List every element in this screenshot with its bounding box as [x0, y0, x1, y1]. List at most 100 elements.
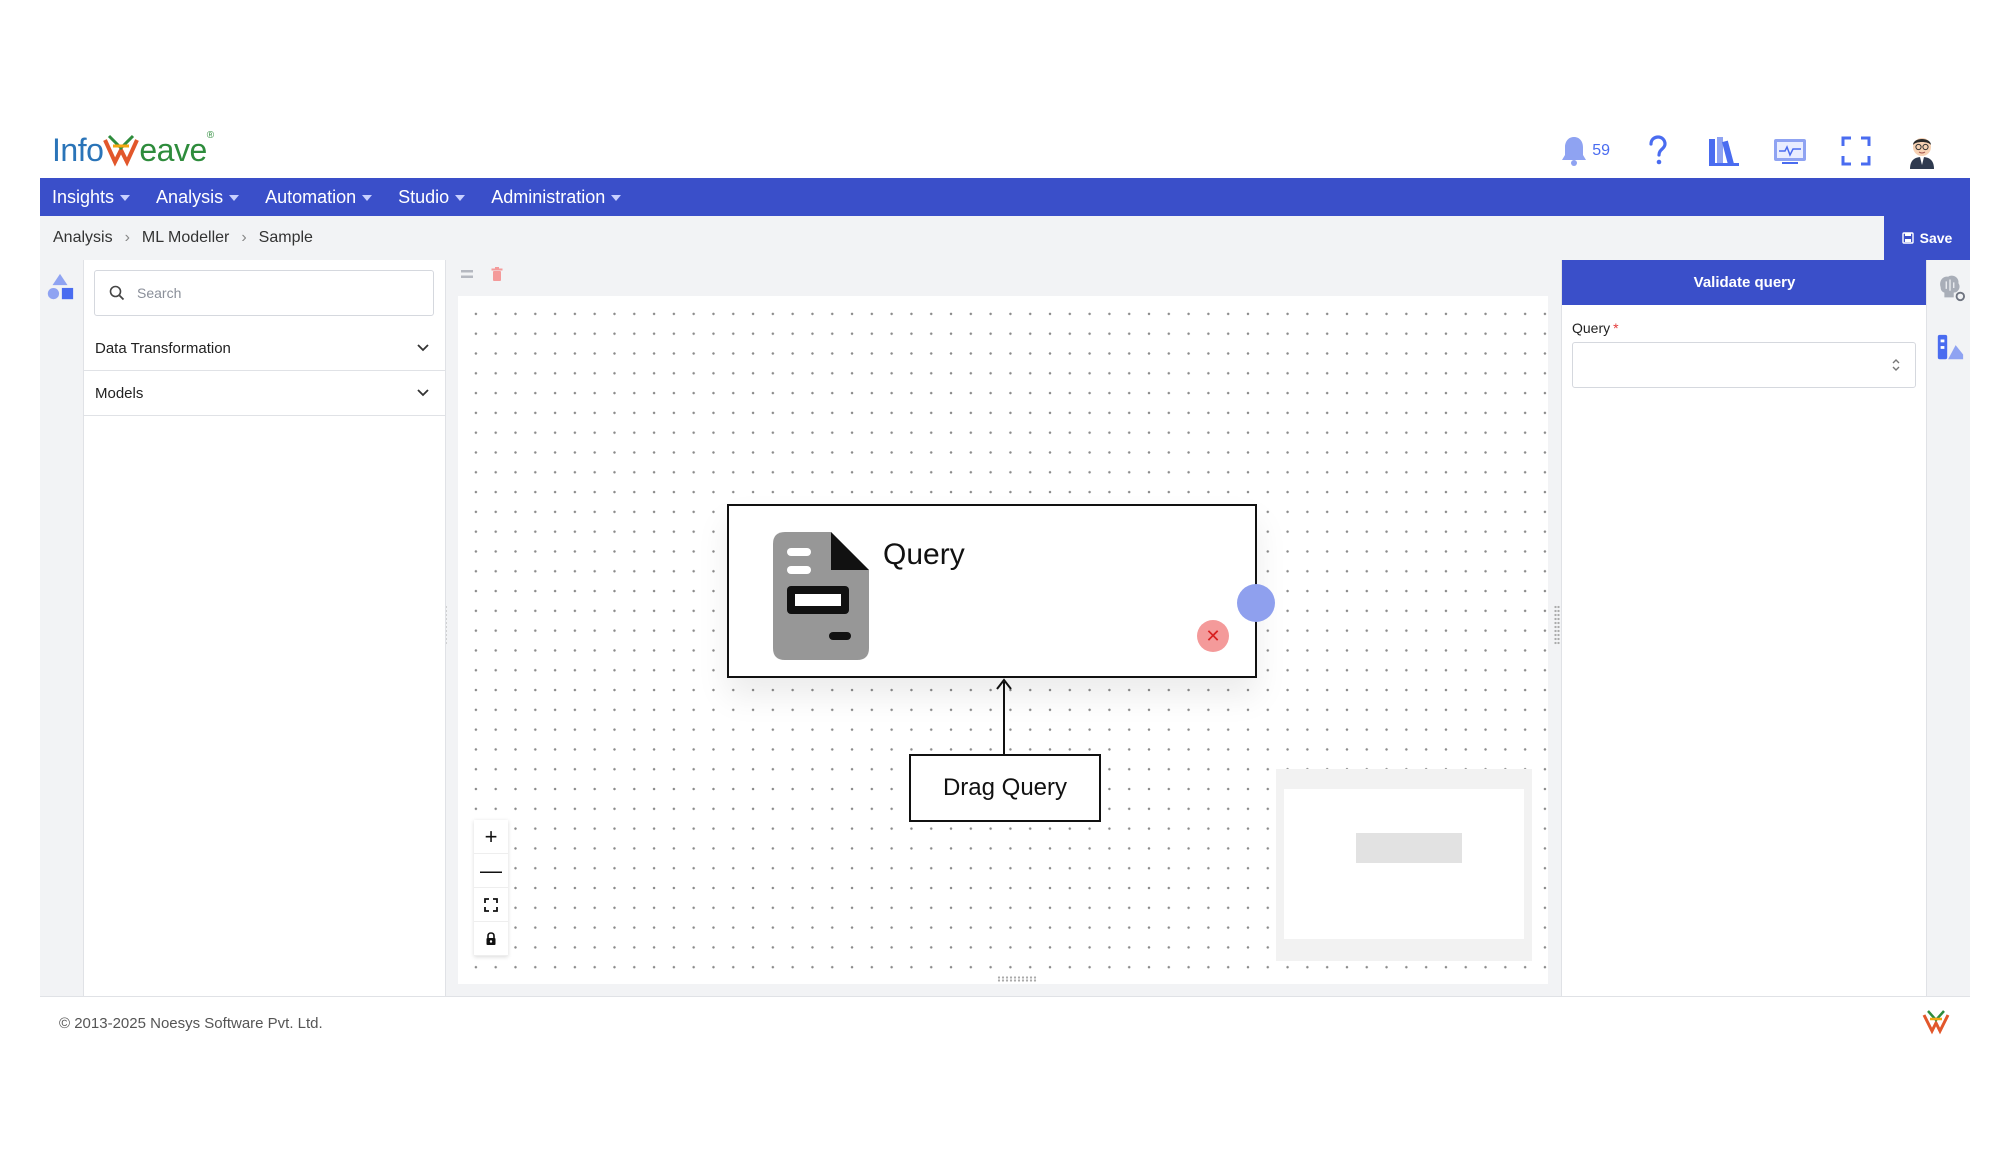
nav-studio[interactable]: Studio	[398, 187, 466, 208]
caret-down-icon	[611, 195, 622, 201]
minimap-viewport	[1284, 789, 1524, 939]
minimap-node	[1356, 833, 1462, 863]
node-output-port[interactable]	[1237, 584, 1275, 622]
canvas-area: Query ✕ Drag Query + —	[447, 260, 1560, 996]
chevron-down-icon	[417, 389, 429, 397]
accordion-models[interactable]: Models	[84, 371, 446, 416]
library-icon	[1709, 137, 1739, 166]
minimap[interactable]	[1276, 769, 1532, 961]
infoveave-logo[interactable]: Info eave ®	[52, 128, 214, 172]
query-node-title: Query	[883, 538, 965, 571]
required-marker: *	[1613, 320, 1619, 336]
delete-icon[interactable]	[489, 266, 505, 282]
lock-button[interactable]	[474, 922, 508, 956]
app-window: Info eave ® 59 Insights Analysis Automat…	[40, 120, 1970, 1050]
nav-insights-label: Insights	[52, 186, 115, 207]
logo-text-eave: eave	[139, 131, 207, 168]
nav-insights[interactable]: Insights	[52, 186, 131, 208]
drag-query-label: Drag Query	[942, 774, 1068, 801]
save-button[interactable]: Save	[1884, 216, 1970, 260]
accordion-label: Data Transformation	[95, 339, 231, 357]
help-icon	[1649, 135, 1667, 165]
shapes-icon	[47, 273, 74, 300]
nav-automation[interactable]: Automation	[265, 186, 373, 208]
notifications-button[interactable]: 59	[1560, 135, 1610, 167]
query-label-text: Query	[1572, 320, 1611, 336]
fullscreen-icon	[1841, 136, 1871, 166]
minus-icon: —	[480, 857, 502, 883]
caret-down-icon	[455, 195, 466, 201]
nav-administration[interactable]: Administration	[491, 186, 622, 208]
nav-analysis[interactable]: Analysis	[156, 186, 240, 208]
chevron-down-icon	[417, 344, 429, 352]
library-button[interactable]	[1706, 133, 1742, 169]
caret-down-icon	[362, 195, 373, 201]
canvas-toolbar	[459, 266, 505, 282]
footer-logo-icon	[1922, 1009, 1950, 1040]
component-accordion: Data Transformation Models	[84, 326, 446, 416]
node-remove-button[interactable]: ✕	[1197, 620, 1229, 652]
lock-icon	[486, 931, 496, 945]
accordion-label: Models	[95, 384, 144, 402]
properties-panel: Validate query Query *	[1561, 260, 1927, 996]
validate-query-button[interactable]: Validate query	[1562, 260, 1927, 305]
top-header: Info eave ® 59	[40, 120, 1970, 178]
fit-view-icon	[484, 897, 498, 912]
query-node[interactable]: Query ✕	[727, 504, 1275, 678]
workspace: Data Transformation Models	[40, 260, 1970, 996]
components-panel: Data Transformation Models	[84, 260, 446, 996]
drag-query-node[interactable]: Drag Query	[909, 754, 1101, 822]
align-icon[interactable]	[459, 266, 475, 282]
monitor-icon	[1774, 139, 1806, 164]
nav-administration-label: Administration	[491, 186, 606, 207]
plus-icon: +	[484, 823, 498, 849]
nav-automation-label: Automation	[265, 186, 357, 207]
design-edit-icon	[1937, 334, 1964, 360]
brain-gear-icon	[1940, 275, 1965, 302]
help-button[interactable]	[1640, 133, 1676, 169]
fullscreen-button[interactable]	[1838, 133, 1874, 169]
query-field-label: Query *	[1572, 320, 1619, 336]
logo-text-info: Info	[52, 131, 104, 168]
bell-icon	[1562, 137, 1587, 166]
avatar-icon	[1910, 138, 1934, 169]
header-actions: 59	[1560, 128, 1940, 174]
breadcrumb-analysis[interactable]: Analysis	[53, 229, 113, 247]
monitor-button[interactable]	[1772, 133, 1808, 169]
save-button-label: Save	[1919, 230, 1953, 246]
logo-registered-mark: ®	[206, 130, 214, 141]
user-avatar[interactable]	[1904, 133, 1940, 169]
breadcrumb-sample: Sample	[258, 229, 313, 246]
flow-canvas[interactable]: Query ✕ Drag Query + —	[458, 296, 1548, 984]
shapes-toolbox-button[interactable]	[45, 272, 75, 302]
search-input[interactable]	[137, 285, 417, 301]
breadcrumb-ml-modeller[interactable]: ML Modeller	[142, 229, 229, 247]
fit-view-button[interactable]	[474, 888, 508, 922]
main-nav: Insights Analysis Automation Studio Admi…	[40, 178, 1970, 216]
zoom-in-button[interactable]: +	[474, 820, 508, 854]
right-resize-handle[interactable]	[1554, 605, 1560, 645]
save-icon	[1901, 232, 1914, 244]
nav-analysis-label: Analysis	[156, 186, 224, 207]
breadcrumb-bar: Analysis › ML Modeller › Sample Save	[40, 216, 1970, 260]
design-edit-button[interactable]	[1935, 332, 1965, 362]
accordion-data-transformation[interactable]: Data Transformation	[84, 326, 446, 371]
search-field[interactable]	[94, 270, 434, 316]
caret-down-icon	[229, 195, 240, 201]
zoom-out-button[interactable]: —	[474, 854, 508, 888]
notification-count: 59	[1592, 142, 1610, 159]
breadcrumb: Analysis › ML Modeller › Sample	[53, 216, 313, 260]
left-rail	[40, 260, 84, 996]
query-select[interactable]	[1572, 342, 1916, 388]
right-rail	[1926, 260, 1970, 996]
caret-down-icon	[120, 195, 131, 201]
logo-weave-icon	[103, 134, 140, 167]
ai-settings-button[interactable]	[1935, 272, 1965, 302]
query-file-icon	[773, 532, 869, 660]
close-icon: ✕	[1205, 625, 1221, 646]
validate-query-label: Validate query	[1693, 274, 1796, 291]
footer: © 2013-2025 Noesys Software Pvt. Ltd.	[40, 996, 1970, 1050]
canvas-bottom-resize-handle[interactable]	[997, 976, 1037, 982]
weave-logo-icon	[1922, 1010, 1950, 1035]
search-icon	[109, 285, 125, 301]
